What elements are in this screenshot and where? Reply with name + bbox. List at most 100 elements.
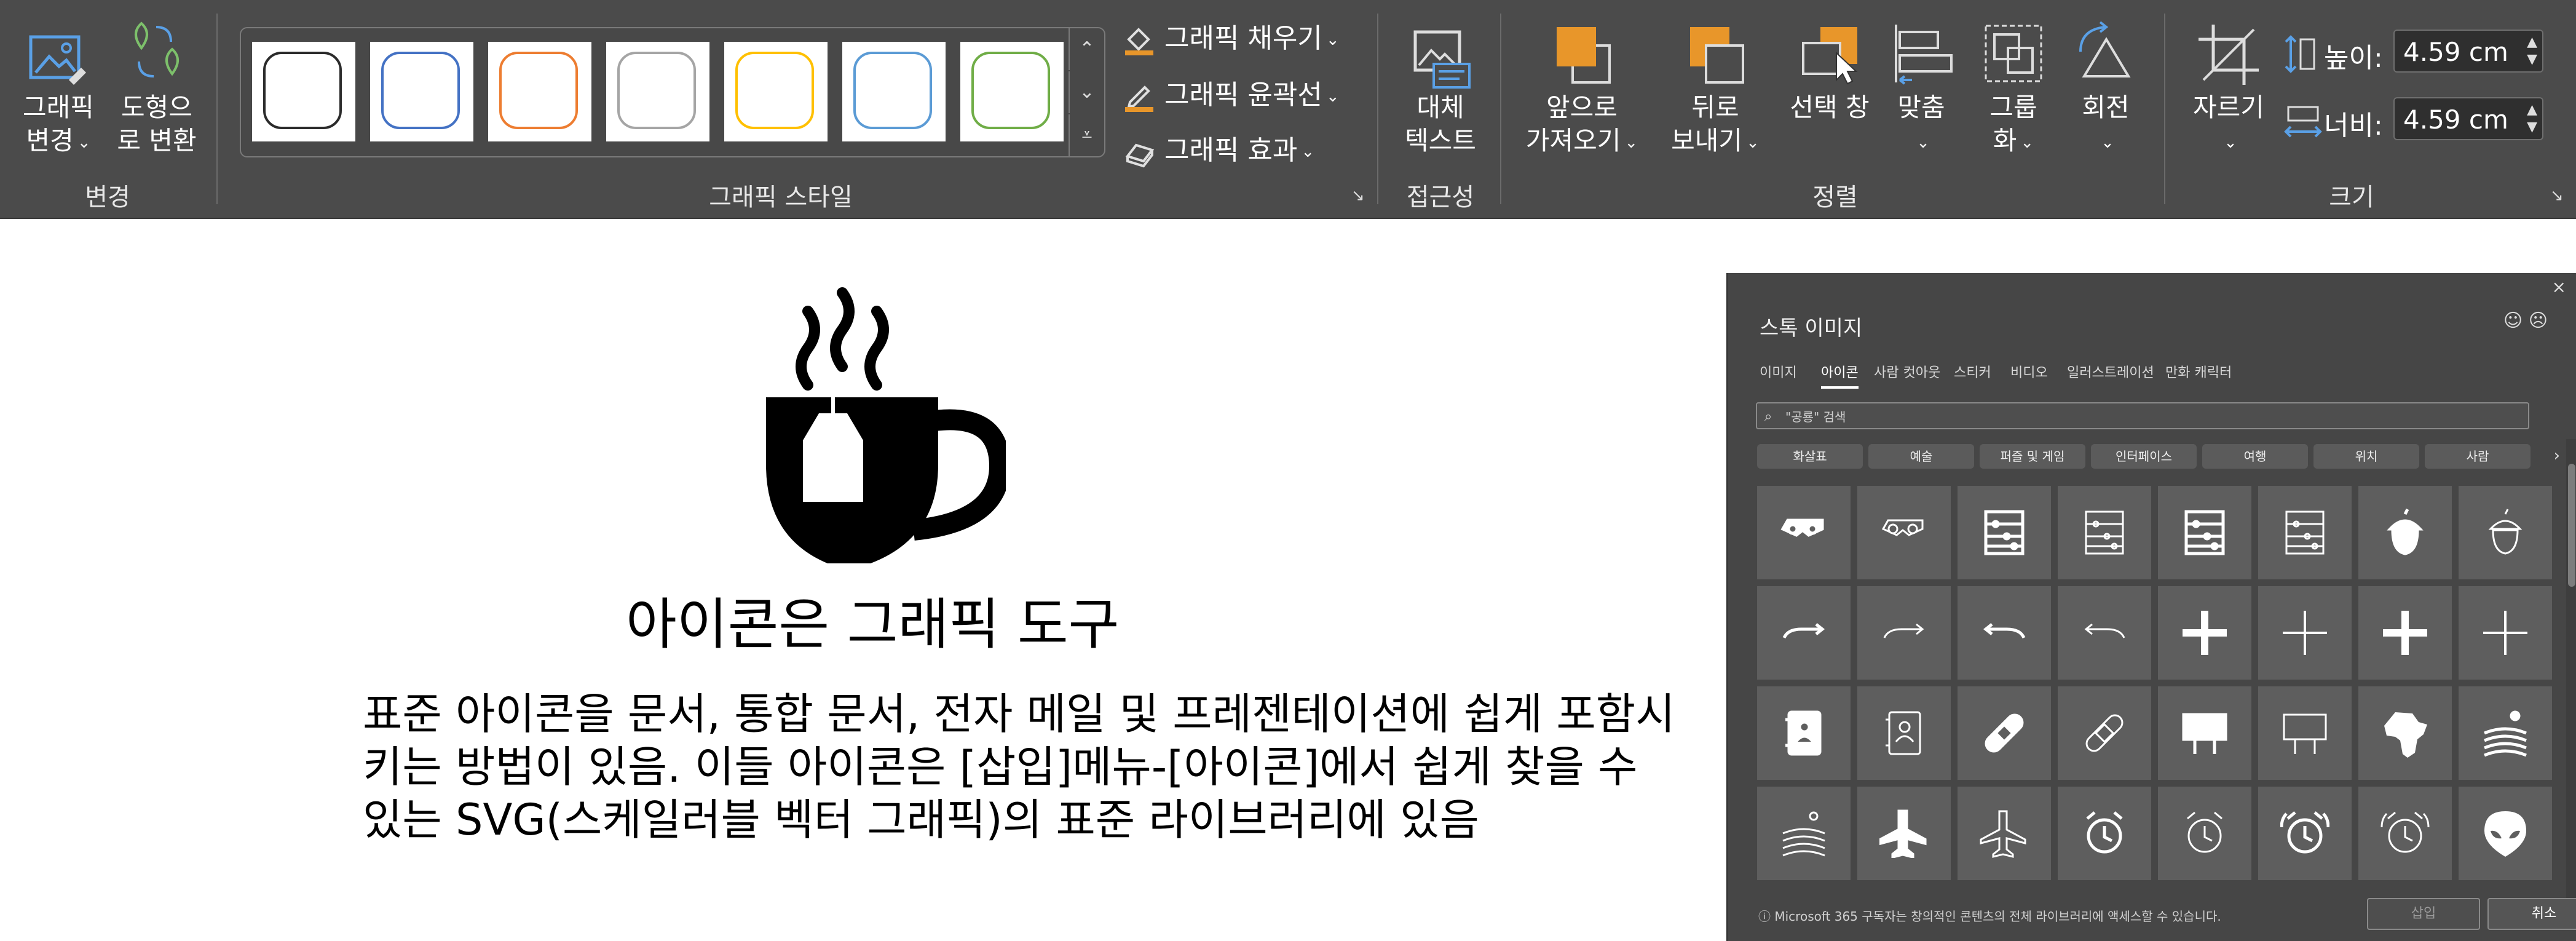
category-chip[interactable]: 화살표 <box>1757 444 1863 469</box>
icon-tile[interactable] <box>2258 586 2352 680</box>
graphic-style-swatch[interactable] <box>488 42 591 141</box>
icon-tile[interactable] <box>2358 686 2452 780</box>
close-icon[interactable]: × <box>2552 277 2566 297</box>
chevron-right-icon[interactable]: › <box>2554 447 2560 465</box>
gallery-scroll-down-button[interactable]: ⌄ <box>1069 71 1104 113</box>
icon-tile[interactable] <box>2258 686 2352 780</box>
scrollbar[interactable] <box>2566 439 2576 913</box>
align-button[interactable]: 맞춤 ⌄ <box>1875 18 1967 160</box>
icon-tile[interactable] <box>1857 586 1951 680</box>
acorn-filled-icon <box>2387 508 2424 555</box>
group-button[interactable]: 그룹 화 ⌄ <box>1967 18 2060 160</box>
icon-tile[interactable] <box>1757 486 1851 579</box>
group-separator <box>2164 14 2165 204</box>
icon-tile[interactable] <box>2459 787 2552 880</box>
icon-tile[interactable] <box>1958 686 2051 780</box>
icon-tile[interactable] <box>2158 787 2251 880</box>
graphic-style-swatch[interactable] <box>606 42 709 141</box>
dialog-launcher-icon[interactable]: ↘ <box>2550 187 2567 204</box>
icon-tile[interactable] <box>2459 586 2552 680</box>
convert-to-shape-button[interactable]: 도형으 로 변환 <box>111 18 203 160</box>
tab-2[interactable]: 사람 컷아웃 <box>1874 362 1940 381</box>
cancel-button[interactable]: 취소 <box>2487 898 2576 930</box>
spin-down-icon[interactable]: ▼ <box>2527 121 2537 134</box>
icon-tile[interactable] <box>2358 787 2452 880</box>
gallery-more-button[interactable]: ⩡ <box>1069 114 1104 156</box>
graphic-style-swatch[interactable] <box>370 42 473 141</box>
tab-1[interactable]: 아이콘 <box>1821 362 1859 389</box>
icon-tile[interactable] <box>2058 686 2151 780</box>
alt-text-button[interactable]: 대체 텍스트 <box>1394 18 1487 160</box>
search-input[interactable]: ⌕ "공룡" 검색 <box>1756 402 2529 429</box>
feedback-icon[interactable]: ☺ ☹ <box>2503 310 2548 332</box>
graphic-style-swatch[interactable] <box>724 42 828 141</box>
icon-tile[interactable] <box>1757 686 1851 780</box>
scrollbar-thumb[interactable] <box>2568 464 2575 587</box>
graphic-style-swatch[interactable] <box>252 42 355 141</box>
icon-tile[interactable] <box>2058 486 2151 579</box>
graphic-style-swatch[interactable] <box>960 42 1064 141</box>
crop-button[interactable]: 자르기 ⌄ <box>2183 18 2275 160</box>
gallery-scroll-up-button[interactable]: ⌃ <box>1069 28 1104 70</box>
tab-6[interactable]: 만화 캐릭터 <box>2165 362 2232 381</box>
category-chip[interactable]: 예술 <box>1868 444 1974 469</box>
graphic-effect-button[interactable]: 그래픽 효과 ⌄ <box>1123 128 1314 168</box>
icon-tile[interactable] <box>2158 586 2251 680</box>
graphic-fill-button[interactable]: 그래픽 채우기 ⌄ <box>1123 16 1340 55</box>
rotate-button[interactable]: 회전 ⌄ <box>2060 18 2152 160</box>
tab-3[interactable]: 스티커 <box>1954 362 1991 381</box>
dialog-launcher-icon[interactable]: ↘ <box>1351 187 1369 204</box>
icon-tile[interactable] <box>1857 787 1951 880</box>
tab-0[interactable]: 이미지 <box>1760 362 1797 381</box>
icon-tile[interactable] <box>2459 486 2552 579</box>
icon-tile[interactable] <box>1857 686 1951 780</box>
bandage-outline-icon <box>2085 714 2124 752</box>
document-title[interactable]: 아이콘은 그래픽 도구 <box>626 579 1119 659</box>
document-body[interactable]: 표준 아이콘을 문서, 통합 문서, 전자 메일 및 프레젠테이션에 쉽게 포함… <box>363 688 1703 846</box>
spin-up-icon[interactable]: ▲ <box>2527 36 2537 49</box>
icon-tile[interactable] <box>2258 486 2352 579</box>
change-graphic-button[interactable]: 그래픽 변경 ⌄ <box>12 18 105 160</box>
ribbon: 그래픽 변경 ⌄ 도형으 로 변환 변경 ⌃ ⌄ ⩡ 그래픽 채우기 ⌄ 그래픽 윤… <box>0 0 2576 219</box>
info-icon: ⓘ <box>1758 909 1775 924</box>
icon-tile[interactable] <box>2158 686 2251 780</box>
graphic-outline-button[interactable]: 그래픽 윤곽선 ⌄ <box>1123 73 1340 112</box>
pen-outline-icon <box>1125 85 1153 112</box>
icon-tile[interactable] <box>1757 586 1851 680</box>
icon-tile[interactable] <box>1958 586 2051 680</box>
icon-tile[interactable] <box>1958 787 2051 880</box>
icon-tile[interactable] <box>1857 486 1951 579</box>
category-chip[interactable]: 여행 <box>2202 444 2308 469</box>
icon-tile[interactable] <box>2459 686 2552 780</box>
height-input[interactable]: 4.59 cm ▲ ▼ <box>2393 30 2543 73</box>
icon-tile[interactable] <box>2358 586 2452 680</box>
icon-tile[interactable] <box>2158 486 2251 579</box>
category-chip[interactable]: 퍼즐 및 게임 <box>1980 444 2085 469</box>
category-chip[interactable]: 위치 <box>2313 444 2419 469</box>
insert-button[interactable]: 삽입 <box>2367 898 2480 930</box>
icon-tile[interactable] <box>1958 486 2051 579</box>
swatch-preview <box>381 52 460 129</box>
bring-forward-button[interactable]: 앞으로 가져오기 ⌄ <box>1517 18 1646 160</box>
change-graphic-label-2: 변경 <box>26 125 74 156</box>
width-input[interactable]: 4.59 cm ▲ ▼ <box>2393 97 2543 140</box>
icon-tile[interactable] <box>2058 586 2151 680</box>
tab-5[interactable]: 일러스트레이션 <box>2067 362 2154 381</box>
graphic-style-swatch[interactable] <box>842 42 946 141</box>
icon-tile[interactable] <box>2258 787 2352 880</box>
icon-tile[interactable] <box>2358 486 2452 579</box>
alien-face-filled-icon <box>2484 811 2526 857</box>
send-backward-button[interactable]: 뒤로 보내기 ⌄ <box>1654 18 1777 160</box>
category-chip[interactable]: 사람 <box>2425 444 2531 469</box>
bring-forward-label-1: 앞으로 <box>1546 92 1618 122</box>
category-chip[interactable]: 인터페이스 <box>2091 444 2197 469</box>
swatch-preview <box>617 52 696 129</box>
spin-up-icon[interactable]: ▲ <box>2527 103 2537 117</box>
spin-down-icon[interactable]: ▼ <box>2527 53 2537 66</box>
icon-tile[interactable] <box>1757 787 1851 880</box>
selection-pane-button[interactable]: 선택 창 <box>1780 18 1879 160</box>
hot-tea-cup-icon[interactable] <box>760 280 1006 576</box>
icon-tile[interactable] <box>2058 787 2151 880</box>
tab-4[interactable]: 비디오 <box>2010 362 2048 381</box>
group-separator <box>1500 14 1501 204</box>
